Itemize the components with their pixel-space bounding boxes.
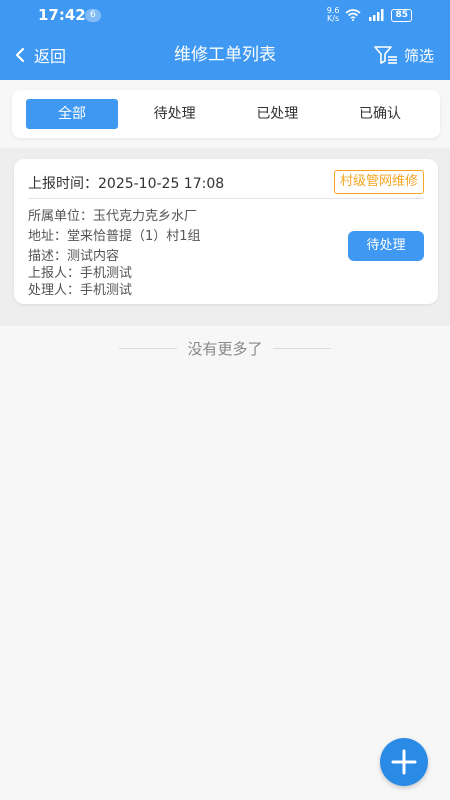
no-more-indicator: 没有更多了 bbox=[0, 338, 450, 358]
status-time: 17:42 bbox=[38, 6, 86, 24]
plus-icon bbox=[391, 749, 417, 775]
handler-text: 处理人：手机测试 bbox=[28, 283, 133, 298]
tab-processed[interactable]: 已处理 bbox=[231, 99, 323, 129]
divider bbox=[28, 198, 424, 199]
nav-bar: 返回 维修工单列表 筛选 bbox=[0, 30, 450, 80]
chevron-left-icon bbox=[15, 47, 25, 63]
back-button[interactable]: 返回 bbox=[14, 30, 66, 80]
filter-icon bbox=[374, 46, 397, 64]
status-bar: 17:42 6 9.6 K/s 85 bbox=[0, 0, 450, 30]
back-label: 返回 bbox=[34, 47, 67, 66]
signal-icon bbox=[369, 9, 384, 21]
battery-icon: 85 bbox=[391, 8, 412, 22]
notification-badge: 6 bbox=[85, 9, 101, 22]
unit-text: 所属单位：玉代克力克乡水厂 bbox=[28, 209, 198, 224]
no-more-text: 没有更多了 bbox=[187, 339, 263, 358]
tab-confirmed[interactable]: 已确认 bbox=[334, 99, 426, 129]
report-time: 上报时间：2025-10-25 17:08 bbox=[28, 176, 225, 192]
divider-left bbox=[119, 347, 178, 349]
tab-pending[interactable]: 待处理 bbox=[129, 99, 221, 129]
add-order-button[interactable] bbox=[380, 738, 428, 786]
filter-button[interactable]: 筛选 bbox=[374, 30, 434, 80]
order-status-button[interactable]: 待处理 bbox=[348, 231, 424, 261]
order-type-tag: 村级管网维修 bbox=[333, 170, 424, 194]
status-icons: 9.6 K/s 85 bbox=[327, 7, 412, 23]
wifi-icon bbox=[345, 9, 361, 21]
net-speed: 9.6 K/s bbox=[326, 6, 340, 23]
filter-label: 筛选 bbox=[403, 46, 434, 65]
tab-all[interactable]: 全部 bbox=[26, 99, 118, 129]
address-text: 地址：堂来恰普提（1）村1组 bbox=[28, 229, 201, 244]
divider-right bbox=[272, 347, 331, 349]
status-tabs: 全部 待处理 已处理 已确认 bbox=[12, 90, 440, 138]
order-card[interactable]: 上报时间：2025-10-25 17:08 村级管网维修 所属单位：玉代克力克乡… bbox=[14, 159, 438, 304]
